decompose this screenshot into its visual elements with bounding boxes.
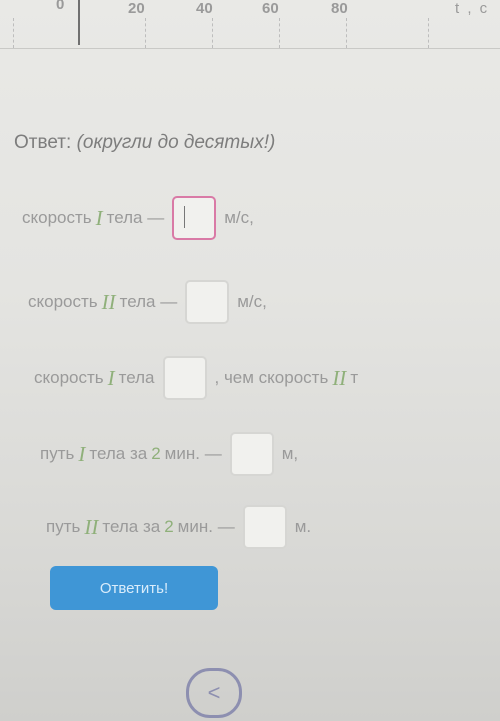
tick-80: 80 [331,0,348,17]
answer-label: Ответ: [14,132,72,153]
answer-row-path-1: путь I тела за 2 мин. — м, [40,432,298,476]
unit-label: м/с, [237,292,267,311]
path-1-input[interactable] [229,432,274,476]
roman-numeral: II [84,514,99,539]
row-text: тела — [106,208,165,227]
row-text: путь [40,444,75,463]
row-text: мин. — [164,444,222,463]
unit-label: м, [281,444,299,463]
row-text: тела за [89,444,148,463]
grid-dash [212,18,214,48]
tick-20: 20 [128,0,145,17]
answer-row-speed-2: скорость II тела — м/с, [28,280,267,324]
roman-numeral: I [95,205,103,230]
unit-label: м. [294,517,312,536]
row-text: , чем скорость [214,368,329,387]
minutes-value: 2 [151,444,161,463]
y-axis-line [78,0,80,45]
submit-answer-button[interactable]: Ответить! [50,566,218,610]
row-text: тела за [102,517,161,536]
grid-dash [145,18,147,48]
tick-0: 0 [56,0,65,13]
answer-row-speed-1: скорость I тела — м/с, [22,196,254,240]
roman-numeral: II [332,365,347,390]
row-text: мин. — [177,517,235,536]
speed-2-input[interactable] [185,280,230,324]
grid-dash [279,18,281,48]
row-text: путь [46,517,81,536]
comparison-input[interactable] [162,356,207,400]
tick-60: 60 [262,0,279,17]
answer-heading: Ответ: (округли до десятых!) [14,132,275,154]
row-text: скорость [28,292,98,311]
rounding-hint: (округли до десятых!) [76,132,276,153]
back-button[interactable]: < [186,668,242,718]
row-text: тела [118,368,155,387]
row-text: скорость [22,208,92,227]
speed-1-input[interactable] [172,196,217,240]
graph-axis-fragment: 0 20 40 60 80 t , c [0,0,500,62]
answer-row-path-2: путь II тела за 2 мин. — м. [46,505,311,549]
x-axis-line [0,48,500,49]
axis-unit-label: t , c [455,0,490,17]
grid-dash [428,18,430,48]
path-2-input[interactable] [242,505,287,549]
unit-label: м/с, [224,208,254,227]
text-caret [184,206,186,228]
minutes-value: 2 [164,517,174,536]
grid-dash [346,18,348,48]
answer-row-comparison: скорость I тела , чем скорость II т [34,356,358,400]
grid-dash [13,18,15,48]
roman-numeral: I [78,441,86,466]
roman-numeral: I [107,365,115,390]
row-text: т [350,368,359,387]
row-text: скорость [34,368,104,387]
row-text: тела — [119,292,178,311]
tick-40: 40 [196,0,213,17]
chevron-left-icon: < [207,680,221,705]
roman-numeral: II [101,289,116,314]
